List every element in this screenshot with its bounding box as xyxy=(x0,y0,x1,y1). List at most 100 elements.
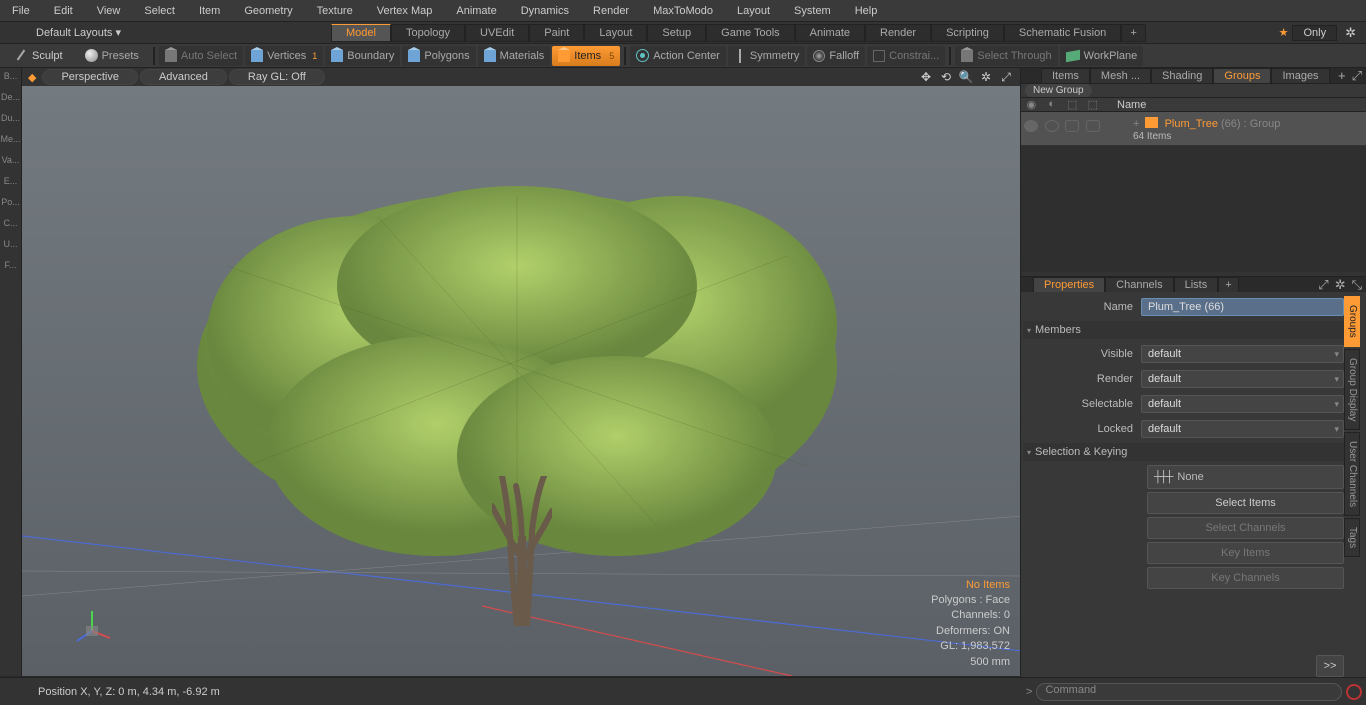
tab-add[interactable]: + xyxy=(1218,277,1238,292)
menu-layout[interactable]: Layout xyxy=(725,5,782,17)
menu-view[interactable]: View xyxy=(85,5,133,17)
tree-expand-icon[interactable]: + xyxy=(1133,118,1139,130)
menu-maxtomodo[interactable]: MaxToModo xyxy=(641,5,725,17)
workspace-add[interactable]: + xyxy=(1121,24,1145,42)
locked-dropdown[interactable]: default xyxy=(1141,420,1344,438)
members-section[interactable]: Members xyxy=(1023,321,1344,339)
tab-shading[interactable]: Shading xyxy=(1151,68,1213,83)
workspace-uvedit[interactable]: UVEdit xyxy=(465,24,529,42)
menu-help[interactable]: Help xyxy=(843,5,890,17)
key-items-button[interactable]: Key Items xyxy=(1147,542,1344,564)
fit-icon[interactable]: ✲ xyxy=(978,69,994,85)
prop-max-icon[interactable]: ⤡ xyxy=(1350,277,1364,293)
tab-items[interactable]: Items xyxy=(1041,68,1090,83)
star-icon[interactable]: ★ xyxy=(1279,26,1289,39)
col-eye-icon[interactable]: ◉ xyxy=(1023,98,1039,111)
vertices-mode[interactable]: Vertices1 xyxy=(245,46,323,66)
workspace-setup[interactable]: Setup xyxy=(647,24,706,42)
tab-expand-icon[interactable]: ⤢ xyxy=(1350,68,1364,84)
workspace-animate[interactable]: Animate xyxy=(795,24,865,42)
strip-basic[interactable]: B... xyxy=(4,72,18,81)
zoom-icon[interactable]: 🔍 xyxy=(958,69,974,85)
workspace-paint[interactable]: Paint xyxy=(529,24,584,42)
menu-file[interactable]: File xyxy=(0,5,42,17)
view-perspective-pill[interactable]: Perspective xyxy=(42,69,137,85)
sidetab-groups[interactable]: Groups xyxy=(1344,296,1360,347)
default-layouts-dropdown[interactable]: Default Layouts ▾ xyxy=(26,26,131,39)
view-advanced-pill[interactable]: Advanced xyxy=(140,69,227,85)
strip-uv[interactable]: U... xyxy=(3,240,17,249)
select-channels-button[interactable]: Select Channels xyxy=(1147,517,1344,539)
prop-expand-icon[interactable]: ⤢ xyxy=(1316,277,1330,293)
orbit-icon[interactable]: ⟲ xyxy=(938,69,954,85)
materials-mode[interactable]: Materials xyxy=(478,46,551,66)
gear-icon[interactable]: ✲ xyxy=(1341,25,1360,41)
strip-fusion[interactable]: F... xyxy=(4,261,16,270)
menu-vertexmap[interactable]: Vertex Map xyxy=(365,5,445,17)
items-mode[interactable]: Items5 xyxy=(552,46,620,66)
tab-lists[interactable]: Lists xyxy=(1174,277,1219,292)
strip-deform[interactable]: De... xyxy=(1,93,20,102)
tab-add-icon[interactable]: + xyxy=(1336,68,1348,84)
strip-duplicate[interactable]: Du... xyxy=(1,114,20,123)
sidetab-groupdisplay[interactable]: Group Display xyxy=(1344,349,1360,430)
view-raygl-pill[interactable]: Ray GL: Off xyxy=(229,69,325,85)
row-eye-toggle[interactable] xyxy=(1024,120,1038,132)
selection-keying-section[interactable]: Selection & Keying xyxy=(1023,443,1344,461)
workspace-schematicfusion[interactable]: Schematic Fusion xyxy=(1004,24,1121,42)
name-field[interactable]: Plum_Tree (66) xyxy=(1141,298,1344,316)
viewport-marker-icon[interactable]: ◆ xyxy=(24,71,40,84)
menu-system[interactable]: System xyxy=(782,5,843,17)
record-icon[interactable] xyxy=(1346,684,1362,700)
visible-dropdown[interactable]: default xyxy=(1141,345,1344,363)
workspace-layout[interactable]: Layout xyxy=(584,24,647,42)
menu-dynamics[interactable]: Dynamics xyxy=(509,5,581,17)
menu-item[interactable]: Item xyxy=(187,5,232,17)
tab-properties[interactable]: Properties xyxy=(1033,277,1105,292)
autoselect-toggle[interactable]: Auto Select xyxy=(159,46,243,66)
col-lock-icon[interactable]: ⬚ xyxy=(1064,98,1080,111)
workspace-render[interactable]: Render xyxy=(865,24,931,42)
workspace-model[interactable]: Model xyxy=(331,24,391,42)
row-solo-toggle[interactable] xyxy=(1045,120,1059,132)
group-row-plumtree[interactable]: + Plum_Tree (66) : Group 64 Items xyxy=(1021,112,1366,146)
strip-polygon[interactable]: Po... xyxy=(1,198,20,207)
key-channels-button[interactable]: Key Channels xyxy=(1147,567,1344,589)
render-dropdown[interactable]: default xyxy=(1141,370,1344,388)
selectable-dropdown[interactable]: default xyxy=(1141,395,1344,413)
sculpt-button[interactable]: Sculpt xyxy=(4,46,73,66)
strip-vertex[interactable]: Va... xyxy=(2,156,20,165)
strip-curve[interactable]: C... xyxy=(3,219,17,228)
col-name-header[interactable]: Name xyxy=(1117,99,1146,111)
axis-gizmo[interactable] xyxy=(72,606,112,646)
keying-none-button[interactable]: ┼┼┼ None xyxy=(1147,465,1344,489)
tab-mesh[interactable]: Mesh ... xyxy=(1090,68,1151,83)
polygons-mode[interactable]: Polygons xyxy=(402,46,475,66)
workspace-scripting[interactable]: Scripting xyxy=(931,24,1004,42)
new-group-button[interactable]: New Group xyxy=(1025,84,1092,97)
col-solo-icon[interactable]: ◐ xyxy=(1044,98,1060,111)
falloff-dropdown[interactable]: Falloff xyxy=(807,46,865,66)
col-select-icon[interactable]: ⬚ xyxy=(1085,98,1101,111)
symmetry-toggle[interactable]: Symmetry xyxy=(728,46,806,66)
only-button[interactable]: Only xyxy=(1292,25,1337,41)
sidetab-userchannels[interactable]: User Channels xyxy=(1344,432,1360,516)
presets-button[interactable]: Presets xyxy=(75,46,149,66)
sidetab-tags[interactable]: Tags xyxy=(1344,518,1360,557)
menu-texture[interactable]: Texture xyxy=(305,5,365,17)
menu-geometry[interactable]: Geometry xyxy=(232,5,304,17)
menu-edit[interactable]: Edit xyxy=(42,5,85,17)
workspace-topology[interactable]: Topology xyxy=(391,24,465,42)
strip-mesh[interactable]: Me... xyxy=(0,135,20,144)
select-items-button[interactable]: Select Items xyxy=(1147,492,1344,514)
actioncenter-dropdown[interactable]: Action Center xyxy=(630,46,726,66)
row-box2-toggle[interactable] xyxy=(1086,120,1100,132)
prop-gear-icon[interactable]: ✲ xyxy=(1333,277,1348,293)
tab-channels[interactable]: Channels xyxy=(1105,277,1173,292)
more-button[interactable]: >> xyxy=(1316,655,1344,677)
command-input[interactable]: Command xyxy=(1036,683,1342,701)
strip-edge[interactable]: E... xyxy=(4,177,18,186)
constrain-dropdown[interactable]: Constrai... xyxy=(867,46,945,66)
maximize-icon[interactable]: ⤢ xyxy=(998,69,1014,85)
workspace-gametools[interactable]: Game Tools xyxy=(706,24,795,42)
